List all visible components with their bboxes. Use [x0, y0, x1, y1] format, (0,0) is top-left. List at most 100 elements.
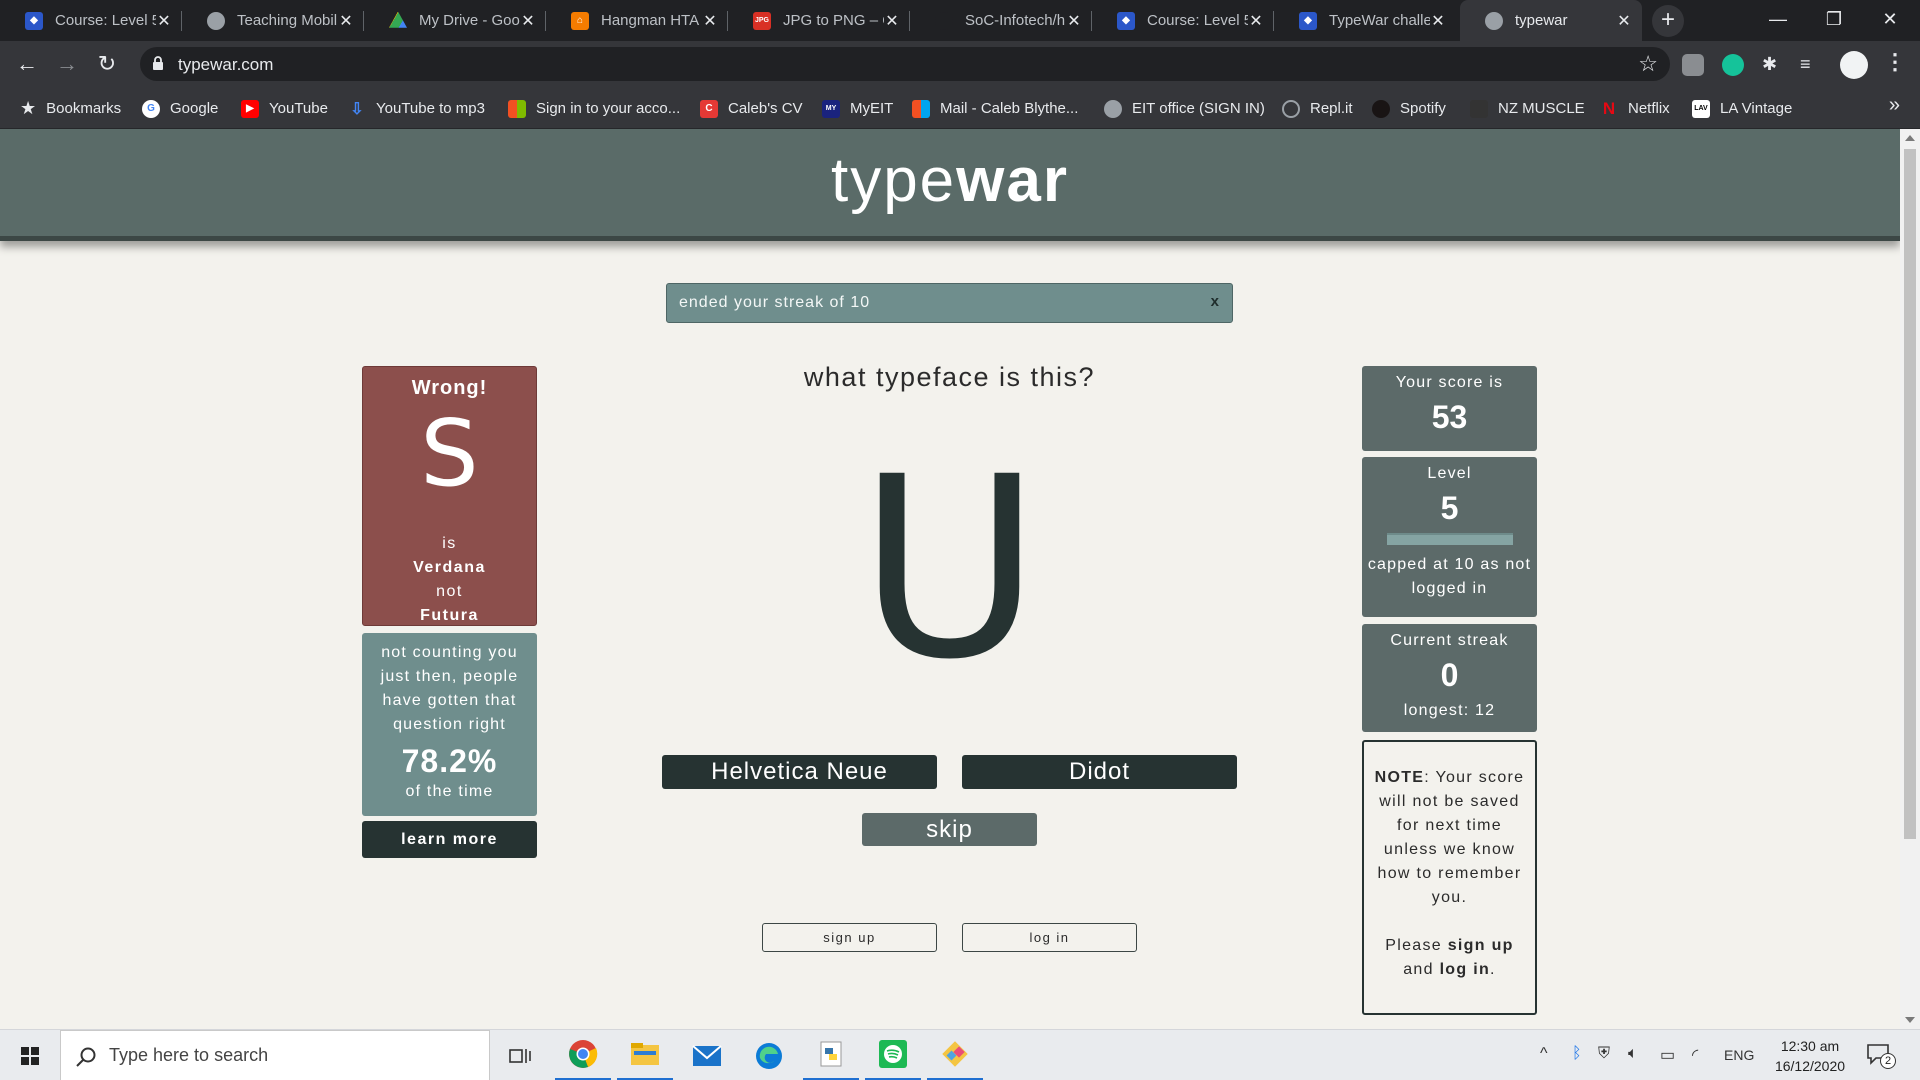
chrome-menu-icon[interactable]: ⋮	[1884, 49, 1906, 75]
puzzle-extensions-icon[interactable]: ✱	[1762, 54, 1784, 76]
drive-icon	[389, 11, 407, 28]
volume-icon[interactable]: 🔈︎	[1628, 1045, 1638, 1063]
battery-icon[interactable]: ▭	[1660, 1045, 1675, 1065]
browser-toolbar: ← → ↻ typewar.com ☆ ✱ ≡ ⋮	[0, 41, 1920, 88]
bookmark-la-vintage[interactable]: LAV LA Vintage	[1692, 88, 1792, 129]
restore-icon[interactable]: ❐	[1806, 0, 1862, 41]
alert-close-button[interactable]: x	[1211, 293, 1220, 310]
file-explorer-icon[interactable]	[617, 1030, 673, 1080]
bookmark-star-icon[interactable]: ☆	[1638, 51, 1658, 77]
notification-count: 2	[1880, 1053, 1896, 1069]
tab-close-icon[interactable]: ✕	[1616, 11, 1632, 31]
page-scrollbar[interactable]	[1900, 129, 1920, 1029]
tab-typewar[interactable]: typewar ✕	[1460, 0, 1642, 41]
bookmark-replit[interactable]: Repl.it	[1282, 88, 1353, 129]
tab-soc-infotech[interactable]: SoC-Infotech/h ✕	[910, 0, 1092, 41]
result-glyph: S	[420, 400, 479, 507]
alert-message: ended your streak of 10	[679, 294, 871, 311]
new-tab-button[interactable]: +	[1652, 5, 1684, 37]
bookmark-label: YouTube to mp3	[376, 100, 485, 117]
option-button-1[interactable]: Helvetica Neue	[662, 755, 937, 789]
windows-start-button[interactable]	[0, 1030, 60, 1080]
minimize-icon[interactable]: —	[1750, 0, 1806, 41]
bookmarks-bar: ★ Bookmarks G Google ▶ YouTube ⇩ YouTube to …	[0, 88, 1920, 129]
close-window-icon[interactable]: ✕	[1862, 0, 1918, 41]
scroll-thumb[interactable]	[1904, 149, 1916, 839]
learn-more-button[interactable]: learn more	[362, 821, 537, 858]
notifications-icon[interactable]: 2	[1866, 1043, 1896, 1069]
bookmark-mail[interactable]: Mail - Caleb Blythe...	[912, 88, 1078, 129]
task-view-icon[interactable]	[492, 1030, 548, 1080]
log-in-button[interactable]: log in	[962, 923, 1137, 952]
scroll-down-icon[interactable]	[1905, 1017, 1915, 1023]
tab-teaching-mobile[interactable]: Teaching Mobil ✕	[182, 0, 364, 41]
sign-up-button[interactable]: sign up	[762, 923, 937, 952]
bookmark-netflix[interactable]: N Netflix	[1600, 88, 1670, 129]
bookmark-label: Sign in to your acco...	[536, 100, 681, 117]
spotify-icon[interactable]	[865, 1030, 921, 1080]
extension-icon[interactable]	[1682, 54, 1704, 76]
bookmark-google[interactable]: G Google	[142, 88, 218, 129]
scroll-up-icon[interactable]	[1905, 135, 1915, 141]
tab-close-icon[interactable]: ✕	[1430, 11, 1446, 31]
note-log-in-link[interactable]: log in	[1440, 961, 1490, 978]
bookmark-myeit[interactable]: MY MyEIT	[822, 88, 893, 129]
bookmark-youtube[interactable]: ▶ YouTube	[241, 88, 328, 129]
site-logo[interactable]: typewar	[0, 145, 1900, 216]
bookmark-nz-muscle[interactable]: NZ MUSCLE	[1470, 88, 1585, 129]
chrome-icon[interactable]	[555, 1030, 611, 1080]
bookmark-sign-in[interactable]: Sign in to your acco...	[508, 88, 680, 129]
address-bar[interactable]: typewar.com ☆	[140, 47, 1670, 81]
chevron-right-icon[interactable]: »	[1889, 94, 1900, 117]
reload-icon[interactable]: ↻	[90, 47, 124, 81]
tab-jpg-to-png[interactable]: JPG JPG to PNG – C ✕	[728, 0, 910, 41]
lav-icon: LAV	[1692, 99, 1710, 118]
python-icon[interactable]	[803, 1030, 859, 1080]
git-icon[interactable]	[927, 1030, 983, 1080]
note-sign-up-link[interactable]: sign up	[1448, 937, 1514, 954]
tab-course-level5-b[interactable]: ◆ Course: Level 5 ✕	[1092, 0, 1274, 41]
tab-close-icon[interactable]: ✕	[338, 11, 354, 31]
bookmark-bookmarks[interactable]: ★ Bookmarks	[20, 88, 121, 129]
profile-avatar[interactable]	[1840, 51, 1868, 79]
level-cap-note: capped at 10 as not logged in	[1367, 556, 1532, 597]
tab-title: typewar	[1515, 12, 1568, 29]
media-queue-icon[interactable]: ≡	[1800, 54, 1822, 76]
mail-icon[interactable]	[679, 1030, 735, 1080]
tab-my-drive[interactable]: My Drive - Goo ✕	[364, 0, 546, 41]
course-favicon-icon: ◆	[1299, 11, 1317, 30]
tab-close-icon[interactable]: ✕	[156, 11, 172, 31]
bookmark-youtube-mp3[interactable]: ⇩ YouTube to mp3	[348, 88, 485, 129]
skip-button[interactable]: skip	[862, 813, 1037, 846]
bookmark-eit-office[interactable]: EIT office (SIGN IN)	[1104, 88, 1265, 129]
option-button-2[interactable]: Didot	[962, 755, 1237, 789]
search-icon	[76, 1047, 96, 1067]
windows-taskbar: Type here to search ^ ᛒ ⛨ 🔈︎ ▭ ◜ ENG 12:…	[0, 1029, 1920, 1080]
bookmark-spotify[interactable]: Spotify	[1372, 88, 1446, 129]
tab-close-icon[interactable]: ✕	[1066, 11, 1082, 31]
taskbar-search-box[interactable]: Type here to search	[60, 1030, 490, 1080]
tab-close-icon[interactable]: ✕	[702, 11, 718, 31]
tab-typewar-challenge[interactable]: ◆ TypeWar challe ✕	[1274, 0, 1456, 41]
security-shield-icon[interactable]: ⛨	[1598, 1045, 1610, 1063]
bookmark-calebs-cv[interactable]: C Caleb's CV	[700, 88, 803, 129]
site-header: typewar	[0, 129, 1900, 241]
bluetooth-icon[interactable]: ᛒ	[1572, 1045, 1582, 1063]
wifi-icon[interactable]: ◜	[1692, 1045, 1698, 1065]
tab-hangman[interactable]: ⌂ Hangman HTA ✕	[546, 0, 728, 41]
tab-close-icon[interactable]: ✕	[520, 11, 536, 31]
forward-arrow-icon[interactable]: →	[50, 47, 84, 81]
tab-close-icon[interactable]: ✕	[1248, 11, 1264, 31]
edge-icon[interactable]	[741, 1030, 797, 1080]
language-indicator[interactable]: ENG	[1724, 1047, 1754, 1063]
back-arrow-icon[interactable]: ←	[10, 47, 44, 81]
bookmark-label: Spotify	[1400, 100, 1446, 117]
taskbar-clock[interactable]: 12:30 am 16/12/2020	[1770, 1036, 1850, 1076]
grammarly-icon[interactable]	[1722, 54, 1744, 76]
tab-title: Hangman HTA	[601, 12, 700, 29]
tab-course-level5[interactable]: ◆ Course: Level 5 ✕	[0, 0, 182, 41]
tab-close-icon[interactable]: ✕	[884, 11, 900, 31]
logo-bold-text: war	[956, 146, 1070, 215]
bookmark-label: YouTube	[269, 100, 328, 117]
chevron-up-icon[interactable]: ^	[1540, 1045, 1548, 1063]
